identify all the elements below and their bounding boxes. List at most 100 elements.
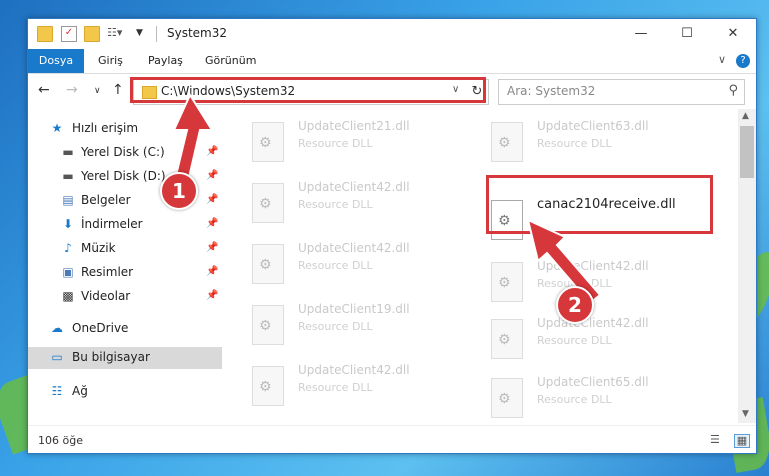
file-description: Resource DLL [537,137,612,150]
file-description: Resource DLL [298,320,373,333]
title-bar: ✓ ☷▾ ▼ System32 — ☐ ✕ [28,19,756,49]
sidebar-item-label: Ağ [72,384,88,398]
gear-icon: ⚙ [259,196,272,212]
file-name: UpdateClient42.dll [298,363,410,377]
file-item[interactable]: ⚙ UpdateClient42.dll Resource DLL [252,180,482,234]
network-icon: ☷ [51,384,63,398]
gear-icon: ⚙ [498,332,511,348]
video-icon: ▩ [62,289,74,303]
file-description: Resource DLL [298,259,373,272]
details-view-icon[interactable]: ☰ [710,434,724,446]
customize-toolbar-icon[interactable]: ☷▾ [107,26,122,40]
file-item[interactable]: ⚙ UpdateClient21.dll Resource DLL [252,119,482,173]
help-icon[interactable]: ? [736,54,750,68]
sidebar-item-label: İndirmeler [81,217,143,231]
sidebar-item-onedrive[interactable]: ☁ OneDrive [28,318,222,340]
sidebar-item-videos[interactable]: ▩ Videolar 📌 [28,286,222,308]
file-name: UpdateClient19.dll [298,302,410,316]
pin-icon[interactable]: 📌 [206,290,218,301]
new-folder-icon[interactable] [84,26,100,42]
document-icon: ▤ [62,193,74,207]
sidebar-item-pictures[interactable]: ▣ Resimler 📌 [28,262,222,284]
dll-file-icon: ⚙ [252,183,284,223]
drive-icon: ▬ [62,169,74,183]
file-name: UpdateClient42.dll [298,241,410,255]
sidebar-item-downloads[interactable]: ⬇ İndirmeler 📌 [28,214,222,236]
large-icons-view-icon[interactable]: ▦ [734,434,750,448]
tab-share[interactable]: Paylaş [148,49,183,73]
toolbar-dropdown-icon[interactable]: ▼ [136,26,150,40]
search-icon[interactable]: ⚲ [728,83,738,98]
gear-icon: ⚙ [259,257,272,273]
status-bar: 106 öğe ☰ ▦ [28,425,756,453]
gear-icon: ⚙ [498,275,511,291]
scroll-down-icon[interactable]: ▼ [742,409,749,419]
drive-icon: ▬ [62,145,74,159]
minimize-button[interactable]: — [618,19,664,49]
pin-icon[interactable]: 📌 [206,266,218,277]
ribbon: Dosya Giriş Paylaş Görünüm ∨ ? [28,49,756,74]
chevron-down-icon[interactable]: ∨ [718,53,726,66]
file-item[interactable]: ⚙ UpdateClient63.dll Resource DLL [491,119,721,173]
file-item[interactable]: ⚙ UpdateClient42.dll Resource DLL [491,316,721,370]
dll-file-icon: ⚙ [491,378,523,418]
gear-icon: ⚙ [259,379,272,395]
file-name: UpdateClient21.dll [298,119,410,133]
gear-icon: ⚙ [259,318,272,334]
download-icon: ⬇ [62,217,74,231]
properties-icon[interactable]: ✓ [61,26,77,42]
file-list: ⚙ UpdateClient21.dll Resource DLL ⚙ Upda… [222,109,738,423]
file-item[interactable]: ⚙ UpdateClient65.dll Resource DLL [491,375,721,429]
pin-icon[interactable]: 📌 [206,218,218,229]
search-placeholder: Ara: System32 [507,84,596,98]
sidebar-item-music[interactable]: ♪ Müzik 📌 [28,238,222,260]
file-tab[interactable]: Dosya [28,49,84,73]
file-name: UpdateClient42.dll [298,180,410,194]
search-input[interactable]: Ara: System32 ⚲ [498,79,745,105]
sidebar-item-label: Belgeler [81,193,131,207]
file-description: Resource DLL [298,198,373,211]
file-item[interactable]: ⚙ UpdateClient19.dll Resource DLL [252,302,482,356]
pictures-icon: ▣ [62,265,74,279]
star-icon: ★ [51,121,63,135]
scrollbar-thumb[interactable] [740,126,754,178]
sidebar-item-label: OneDrive [72,321,129,335]
pin-icon[interactable]: 📌 [206,242,218,253]
recent-locations-icon[interactable]: ∨ [94,86,101,96]
sidebar-item-network[interactable]: ☷ Ağ [28,381,222,403]
file-name: UpdateClient63.dll [537,119,649,133]
file-item[interactable]: ⚙ UpdateClient42.dll Resource DLL [252,241,482,295]
title-separator [156,26,157,42]
dll-file-icon: ⚙ [252,122,284,162]
forward-arrow-icon[interactable]: → [66,82,78,98]
sidebar-item-label: Bu bilgisayar [72,350,150,364]
dll-file-icon: ⚙ [252,244,284,284]
tab-view[interactable]: Görünüm [205,49,256,73]
window-title: System32 [167,26,228,40]
dll-file-icon: ⚙ [252,366,284,406]
folder-icon [37,26,53,42]
maximize-button[interactable]: ☐ [664,19,710,49]
vertical-scrollbar[interactable]: ▲ ▼ [738,109,756,423]
step-2-badge: 2 [556,286,594,324]
file-name: UpdateClient65.dll [537,375,649,389]
gear-icon: ⚙ [259,135,272,151]
sidebar-item-label: Hızlı erişim [72,121,139,135]
up-arrow-icon[interactable]: ↑ [112,82,124,98]
cloud-icon: ☁ [51,321,63,335]
close-button[interactable]: ✕ [710,19,756,49]
file-name: UpdateClient42.dll [537,316,649,330]
sidebar-item-label: Müzik [81,241,116,255]
dll-file-icon: ⚙ [252,305,284,345]
file-description: Resource DLL [298,137,373,150]
sidebar-item-this-pc[interactable]: ▭ Bu bilgisayar [28,347,222,369]
computer-icon: ▭ [51,350,63,364]
back-arrow-icon[interactable]: ← [38,82,50,98]
tab-home[interactable]: Giriş [98,49,123,73]
gear-icon: ⚙ [498,391,511,407]
gear-icon: ⚙ [498,135,511,151]
file-item[interactable]: ⚙ UpdateClient42.dll Resource DLL [252,363,482,417]
scroll-up-icon[interactable]: ▲ [742,111,749,121]
item-count: 106 öğe [38,434,83,447]
dll-file-icon: ⚙ [491,262,523,302]
